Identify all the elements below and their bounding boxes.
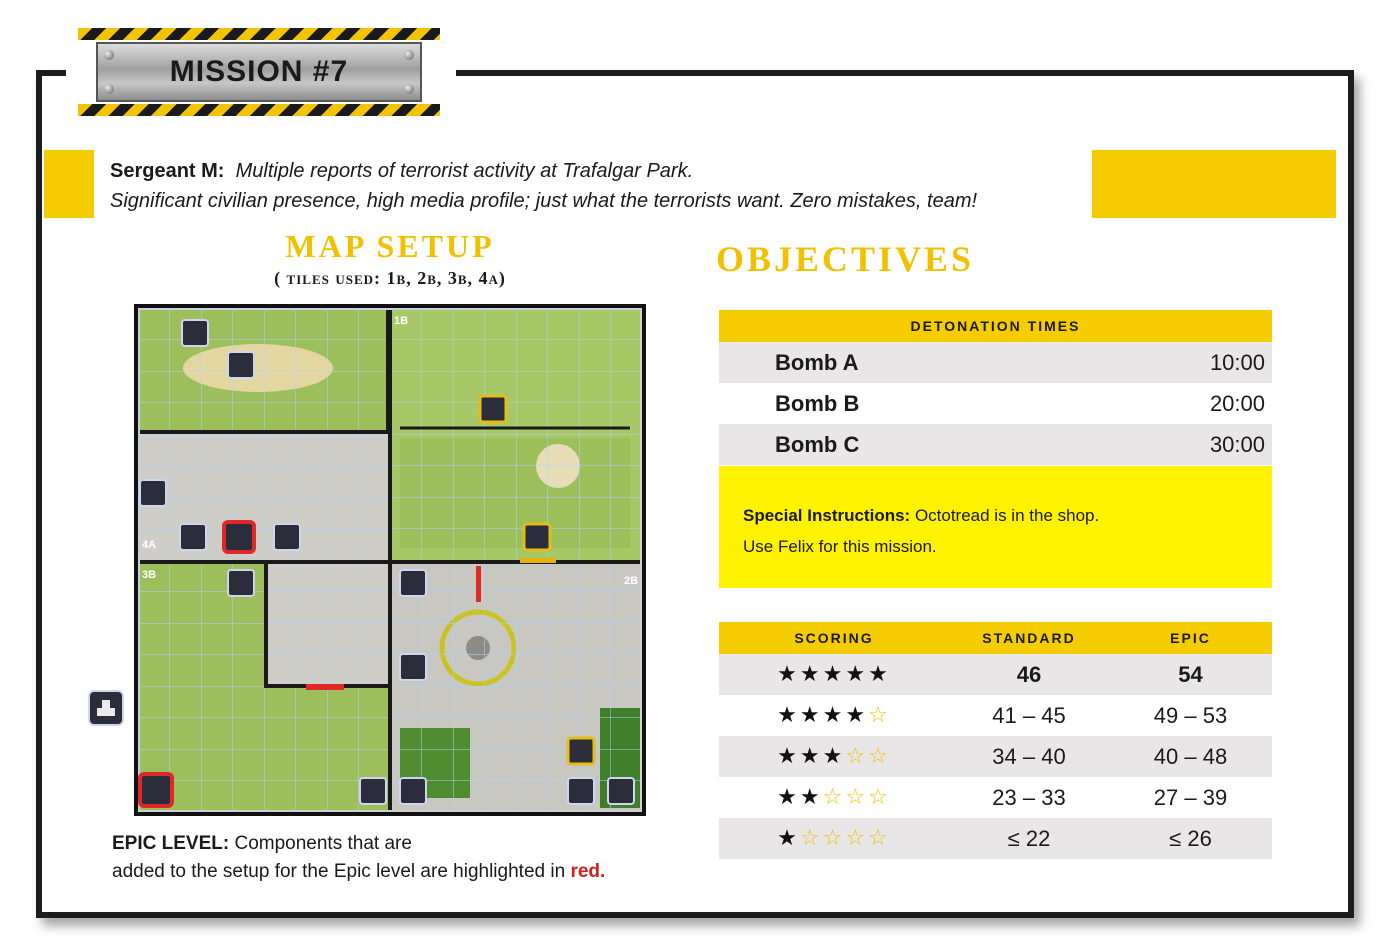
- star-empty-icon: ☆: [868, 703, 891, 728]
- bomb-row: Bomb C 30:00: [719, 424, 1272, 465]
- mission-title: MISSION #7: [169, 55, 349, 88]
- epic-col-header: EPIC: [1170, 630, 1211, 646]
- standard-score: 34 – 40: [992, 743, 1066, 769]
- scoring-row: ★★★★☆ 41 – 45 49 – 53: [719, 695, 1272, 736]
- bomb-time: 10:00: [1209, 349, 1265, 375]
- map-board: 1B 2B 3B 4A: [134, 304, 646, 816]
- star-filled-icon: ★: [799, 703, 823, 728]
- map-illustration: 1B 2B 3B 4A: [138, 308, 642, 812]
- star-filled-icon: ★: [777, 744, 800, 769]
- special-instructions-line-2: Use Felix for this mission.: [743, 537, 937, 556]
- star-filled-icon: ★: [822, 703, 846, 728]
- tile-label-3b: 3B: [142, 569, 156, 581]
- briefing-speaker: Sergeant M:: [110, 160, 225, 182]
- star-filled-icon: ★: [822, 744, 846, 769]
- star-empty-icon: ☆: [868, 744, 891, 769]
- bomb-name: Bomb A: [775, 349, 859, 375]
- tile-label-2b: 2B: [624, 575, 638, 587]
- star-empty-icon: ☆: [845, 785, 869, 810]
- star-filled-icon: ★: [845, 662, 869, 687]
- star-empty-icon: ☆: [799, 826, 823, 851]
- briefing-accent-right: [1092, 150, 1336, 218]
- bomb-name: Bomb C: [775, 431, 860, 457]
- scoring-header: SCORING STANDARD EPIC: [719, 622, 1272, 654]
- epic-level-text-2: added to the setup for the Epic level ar…: [112, 861, 566, 882]
- star-rating: ★☆☆☆☆: [719, 826, 949, 851]
- star-filled-icon: ★: [799, 662, 823, 687]
- star-empty-icon: ☆: [822, 785, 846, 810]
- epic-level-label: EPIC LEVEL:: [112, 833, 230, 854]
- star-rating: ★★☆☆☆: [719, 785, 949, 810]
- epic-score: ≤ 26: [1169, 825, 1212, 851]
- objectives-title: OBJECTIVES: [716, 239, 975, 279]
- standard-score: ≤ 22: [1007, 825, 1051, 851]
- bomb-time: 20:00: [1209, 390, 1265, 416]
- scoring-row: ★★★☆☆ 34 – 40 40 – 48: [719, 736, 1272, 777]
- scoring-table: SCORING STANDARD EPIC ★★★★★ 46 54 ★★★★☆ 41 –…: [719, 622, 1272, 859]
- bomb-name: Bomb B: [775, 390, 860, 416]
- star-filled-icon: ★: [777, 826, 800, 851]
- star-empty-icon: ☆: [868, 826, 891, 851]
- bomb-time: 30:00: [1209, 431, 1265, 457]
- briefing-quote: Sergeant M: Multiple reports of terroris…: [110, 156, 1090, 216]
- epic-score: 27 – 39: [1153, 784, 1228, 810]
- special-instructions-line-1: Octotread is in the shop.: [914, 506, 1100, 525]
- star-filled-icon: ★: [799, 785, 823, 810]
- detonation-times-header: DETONATION TIMES: [719, 310, 1272, 342]
- star-filled-icon: ★: [799, 744, 823, 769]
- scoring-row: ★★☆☆☆ 23 – 33 27 – 39: [719, 777, 1272, 818]
- epic-score: 49 – 53: [1153, 702, 1228, 728]
- star-empty-icon: ☆: [868, 785, 891, 810]
- star-filled-icon: ★: [845, 703, 869, 728]
- scoring-row: ★☆☆☆☆ ≤ 22 ≤ 26: [719, 818, 1272, 859]
- standard-score: 46: [1016, 661, 1042, 687]
- scoring-row: ★★★★★ 46 54: [719, 654, 1272, 695]
- star-filled-icon: ★: [868, 662, 891, 687]
- bomb-row: Bomb B 20:00: [719, 383, 1272, 424]
- star-rating: ★★★★★: [719, 662, 949, 687]
- briefing-line-2: Significant civilian presence, high medi…: [110, 190, 978, 212]
- tiles-used-label: ( tiles used: 1b, 2b, 3b, 4a): [274, 268, 506, 288]
- tile-label-1b: 1B: [394, 315, 408, 327]
- epic-level-text-1: Components that are: [234, 833, 412, 854]
- epic-score: 40 – 48: [1153, 743, 1228, 769]
- special-instructions-label: Special Instructions:: [743, 506, 911, 525]
- map-setup-title: MAP SETUP: [285, 228, 495, 264]
- tile-label-4a: 4A: [142, 539, 156, 551]
- epic-level-red-word: red.: [570, 861, 606, 882]
- star-filled-icon: ★: [777, 785, 800, 810]
- star-empty-icon: ☆: [845, 826, 869, 851]
- star-empty-icon: ☆: [822, 826, 846, 851]
- felix-token-icon: [88, 690, 124, 726]
- epic-level-note: EPIC LEVEL: Components that are added to…: [112, 830, 712, 886]
- star-filled-icon: ★: [777, 662, 800, 687]
- scoring-col-header: SCORING: [794, 630, 874, 646]
- briefing-accent-left: [44, 150, 94, 218]
- briefing-line-1: Multiple reports of terrorist activity a…: [235, 160, 694, 182]
- bomb-row: Bomb A 10:00: [719, 342, 1272, 383]
- star-filled-icon: ★: [822, 662, 846, 687]
- standard-score: 41 – 45: [992, 702, 1066, 728]
- epic-score: 54: [1178, 661, 1203, 687]
- star-rating: ★★★★☆: [719, 703, 949, 728]
- standard-col-header: STANDARD: [982, 630, 1076, 646]
- star-filled-icon: ★: [777, 703, 800, 728]
- mission-title-plate: MISSION #7: [78, 28, 440, 116]
- detonation-times-table: DETONATION TIMES Bomb A 10:00 Bomb B 20:…: [719, 310, 1272, 465]
- special-instructions-box: Special Instructions: Octotread is in th…: [719, 466, 1272, 588]
- standard-score: 23 – 33: [992, 784, 1066, 810]
- hazard-stripe-top: [78, 28, 440, 40]
- hazard-stripe-bottom: [78, 104, 440, 116]
- star-rating: ★★★☆☆: [719, 744, 949, 769]
- star-empty-icon: ☆: [845, 744, 869, 769]
